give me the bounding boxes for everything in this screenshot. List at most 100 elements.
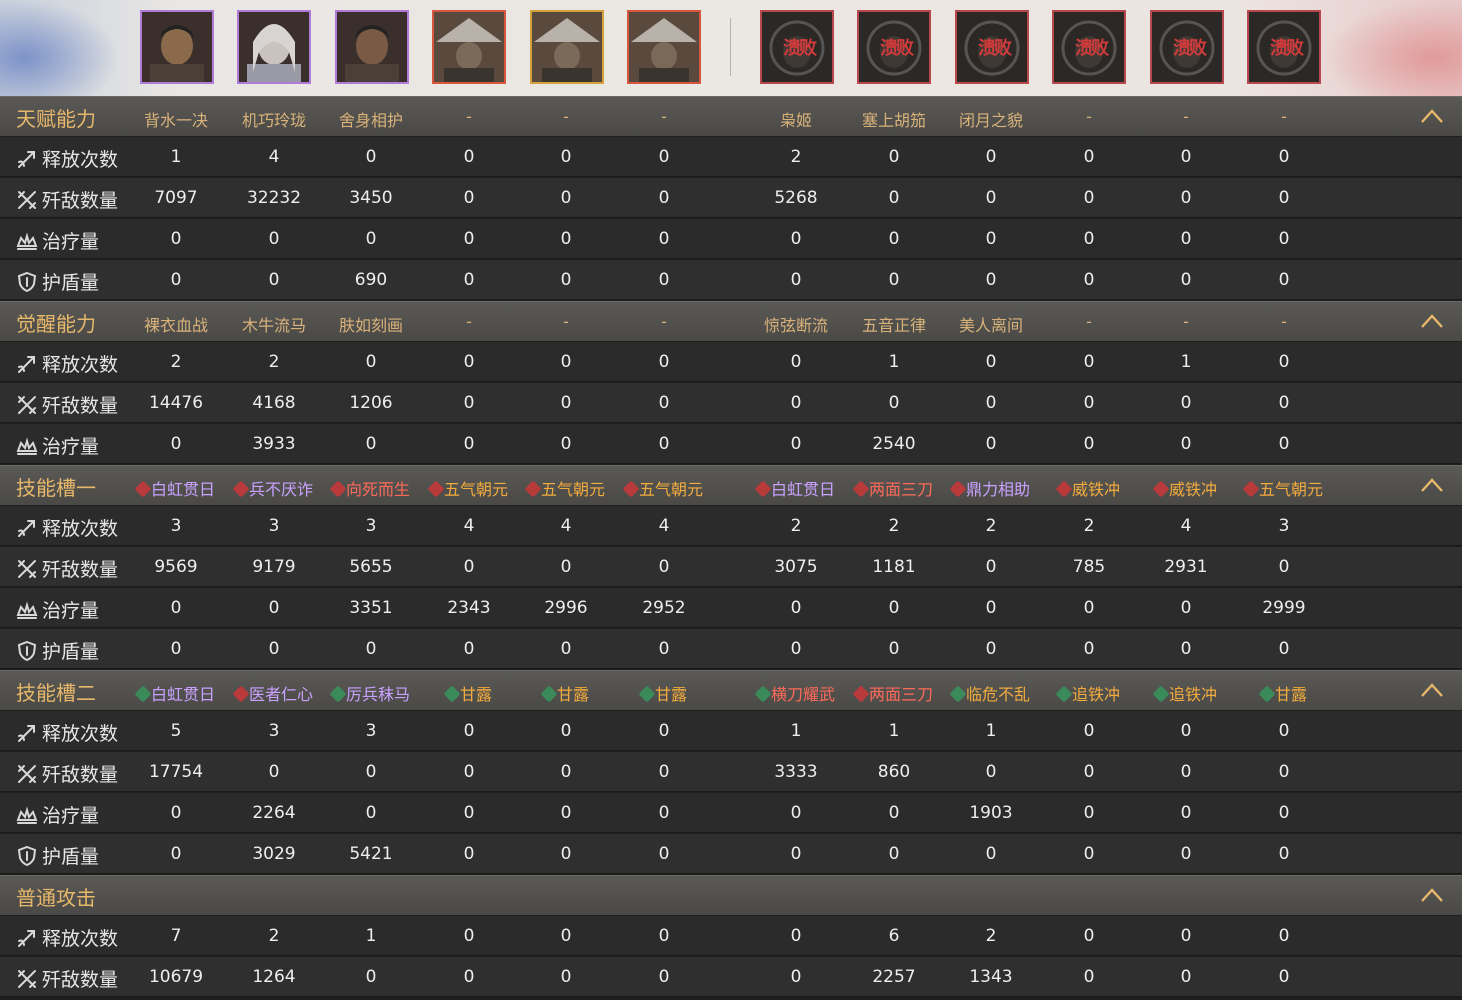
skill-name[interactable]: 五音正律	[846, 312, 942, 336]
skill-name[interactable]: 白虹贯日	[748, 476, 844, 500]
skill-name[interactable]: 五气朝元	[1236, 476, 1332, 500]
chevron-up-icon[interactable]	[1420, 886, 1444, 904]
skill-name: -	[616, 107, 712, 126]
stat-value: 0	[1083, 393, 1095, 413]
skill-name[interactable]: 甘露	[518, 681, 614, 705]
hero-portrait-ally-1[interactable]	[140, 10, 214, 84]
stat-label-text: 歼敌数量	[42, 969, 119, 991]
skill-name[interactable]: 追铁冲	[1138, 681, 1234, 705]
chevron-up-icon[interactable]	[1420, 312, 1444, 330]
skill-name[interactable]: 木牛流马	[226, 312, 322, 336]
enemy-portrait-enemy-1[interactable]: 溃败	[760, 10, 834, 84]
skill-name[interactable]: 横刀耀武	[748, 681, 844, 705]
stat-value: 0	[1083, 926, 1095, 946]
stat-value: 0	[463, 967, 475, 987]
stat-value: 0	[1083, 352, 1095, 372]
stat-value: 0	[1083, 803, 1095, 823]
skill-name[interactable]: 医者仁心	[226, 681, 322, 705]
skill-name[interactable]: 五气朝元	[616, 476, 712, 500]
skill-name[interactable]: 舍身相护	[323, 107, 419, 131]
skill-label: 机巧玲珑	[241, 111, 306, 130]
hero-portrait-ally-3[interactable]	[335, 10, 409, 84]
skill-label: 追铁冲	[1168, 685, 1217, 704]
skill-name[interactable]: 塞上胡笳	[846, 107, 942, 131]
skill-type-icon	[232, 685, 250, 702]
skill-label: 白虹贯日	[770, 480, 835, 499]
skill-name[interactable]: 两面三刀	[846, 476, 942, 500]
skill-type-icon	[329, 480, 347, 497]
stat-value: 0	[790, 352, 802, 372]
stat-value: 0	[1083, 598, 1095, 618]
skill-name[interactable]: 五气朝元	[421, 476, 517, 500]
stat-label: 释放次数	[16, 145, 118, 172]
skill-label: 五气朝元	[540, 480, 605, 499]
skill-name[interactable]: 厉兵秣马	[323, 681, 419, 705]
skill-name[interactable]: 追铁冲	[1041, 681, 1137, 705]
chevron-up-icon[interactable]	[1420, 476, 1444, 494]
stat-value: 3	[1278, 516, 1290, 536]
chevron-up-icon[interactable]	[1420, 107, 1444, 125]
stat-value: 0	[1180, 967, 1192, 987]
skill-name: -	[1236, 312, 1332, 331]
skill-label: 追铁冲	[1071, 685, 1120, 704]
stat-value: 0	[985, 229, 997, 249]
skill-name[interactable]: 兵不厌诈	[226, 476, 322, 500]
stat-row-shield: 护盾量 0 0 690 0 0 0 0 0 0 0 0 0	[0, 260, 1462, 300]
skill-name: -	[1041, 107, 1137, 126]
skill-name[interactable]: 威铁冲	[1041, 476, 1137, 500]
skill-name[interactable]: 威铁冲	[1138, 476, 1234, 500]
enemy-portrait-enemy-5[interactable]: 溃败	[1150, 10, 1224, 84]
crossed-swords-icon	[16, 558, 38, 580]
stat-value: 0	[1278, 229, 1290, 249]
skill-label: 两面三刀	[868, 480, 933, 499]
skill-name[interactable]: 白虹贯日	[128, 476, 224, 500]
section-header: 天赋能力 背水一决 机巧玲珑 舍身相护 - - - 枭姬 塞上胡笳 闭月之貌 - - -	[0, 96, 1462, 136]
skill-name[interactable]: 美人离间	[943, 312, 1039, 336]
stat-label: 护盾量	[16, 637, 99, 664]
skill-name[interactable]: 背水一决	[128, 107, 224, 131]
skill-name[interactable]: 白虹贯日	[128, 681, 224, 705]
enemy-portrait-enemy-3[interactable]: 溃败	[955, 10, 1029, 84]
skill-name[interactable]: 临危不乱	[943, 681, 1039, 705]
crossed-swords-icon	[16, 968, 38, 990]
skill-name[interactable]: 肤如刻画	[323, 312, 419, 336]
enemy-portrait-enemy-6[interactable]: 溃败	[1247, 10, 1321, 84]
stat-value: 0	[790, 639, 802, 659]
skill-name[interactable]: 惊弦断流	[748, 312, 844, 336]
sword-icon	[16, 722, 38, 744]
hero-portrait-ally-5[interactable]	[530, 10, 604, 84]
stat-value: 0	[365, 639, 377, 659]
stat-value: 1264	[252, 967, 296, 987]
stat-value: 0	[790, 803, 802, 823]
stat-value: 0	[985, 557, 997, 577]
stat-value: 1	[1180, 352, 1192, 372]
skill-name[interactable]: 机巧玲珑	[226, 107, 322, 131]
skill-name[interactable]: 鼎力相助	[943, 476, 1039, 500]
stat-value: 0	[1180, 926, 1192, 946]
stat-value: 0	[1180, 639, 1192, 659]
stat-value: 9179	[252, 557, 296, 577]
stat-row-shield: 护盾量 0 0 0 0 0 0 0 0 0 0 0 0	[0, 629, 1462, 669]
hero-portrait-ally-2[interactable]	[237, 10, 311, 84]
skill-name[interactable]: 甘露	[1236, 681, 1332, 705]
enemy-portrait-enemy-2[interactable]: 溃败	[857, 10, 931, 84]
skill-name[interactable]: 闭月之貌	[943, 107, 1039, 131]
skill-name[interactable]: 甘露	[616, 681, 712, 705]
skill-type-icon	[949, 685, 967, 702]
skill-name[interactable]: 裸衣血战	[128, 312, 224, 336]
stat-value: 0	[790, 270, 802, 290]
skill-name[interactable]: 甘露	[421, 681, 517, 705]
skill-name[interactable]: 五气朝元	[518, 476, 614, 500]
hero-portrait-ally-4[interactable]	[432, 10, 506, 84]
stat-label-text: 治疗量	[42, 231, 100, 253]
hero-portrait-ally-6[interactable]	[627, 10, 701, 84]
stat-value: 4	[1180, 516, 1192, 536]
skill-type-icon	[232, 480, 250, 497]
skill-name[interactable]: 向死而生	[323, 476, 419, 500]
skill-name[interactable]: 两面三刀	[846, 681, 942, 705]
skill-label: 惊弦断流	[763, 316, 828, 335]
chevron-up-icon[interactable]	[1420, 681, 1444, 699]
skill-name: -	[1138, 107, 1234, 126]
enemy-portrait-enemy-4[interactable]: 溃败	[1052, 10, 1126, 84]
skill-name[interactable]: 枭姬	[748, 107, 844, 131]
